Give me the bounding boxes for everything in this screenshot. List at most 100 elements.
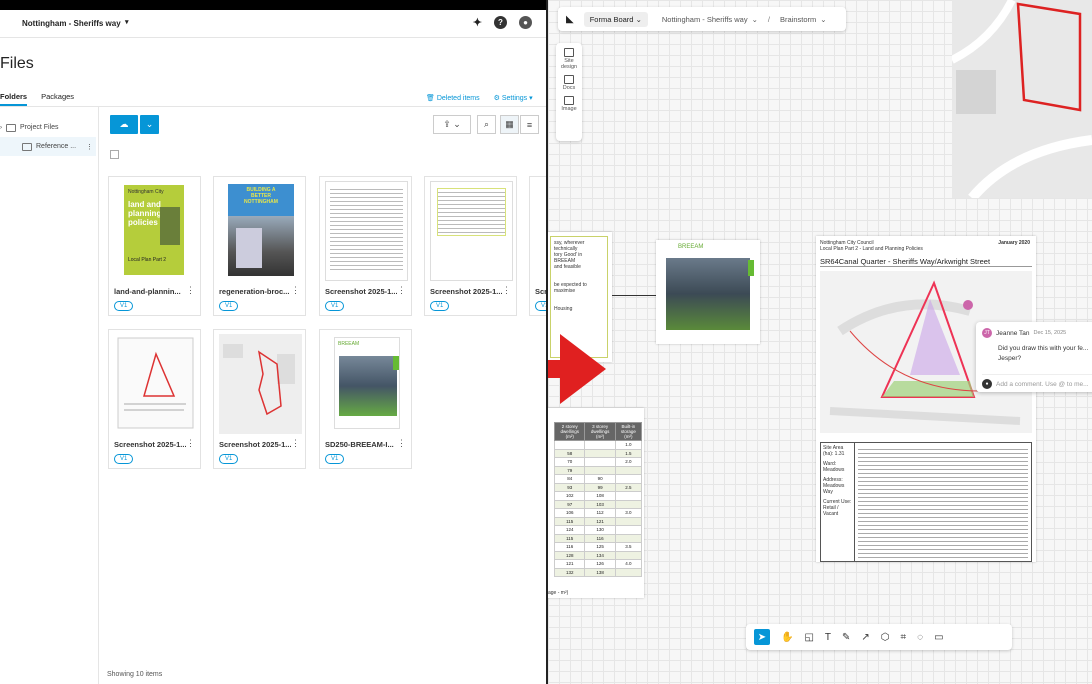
version-badge[interactable]: V1 <box>219 454 239 464</box>
sticky-note-icon[interactable]: ◱ <box>804 632 813 643</box>
help-icon[interactable]: ? <box>494 16 507 29</box>
more-icon[interactable]: ⋮ <box>291 438 300 449</box>
table-row: 70 2.0 <box>553 457 643 467</box>
frame-tool-icon[interactable]: ⌗ <box>901 632 907 643</box>
more-icon[interactable]: ⋮ <box>186 285 195 296</box>
table-cell <box>614 499 643 509</box>
file-name: Scr <box>535 287 548 296</box>
file-card[interactable]: Screenshot 2025-1... ⋮ V1 <box>319 176 412 316</box>
chevron-down-icon[interactable]: ▾ <box>125 18 129 26</box>
breadcrumb-project[interactable]: Nottingham - Sheriffs way <box>662 15 748 24</box>
upload-menu-button[interactable]: ⌄ <box>140 115 159 134</box>
image-tool[interactable]: Image <box>556 96 582 112</box>
version-badge[interactable]: V1 <box>325 301 345 311</box>
more-icon[interactable]: ⋮ <box>502 285 511 296</box>
comment-tool-icon[interactable]: ◌ <box>917 632 923 643</box>
map-image[interactable] <box>952 0 1092 198</box>
table-cell: 106 <box>553 508 586 518</box>
file-thumbnail <box>535 181 546 281</box>
version-badge[interactable]: V1 <box>535 301 546 311</box>
grid-view-button[interactable]: ▦ <box>500 115 519 134</box>
list-icon: ≡ <box>526 119 533 130</box>
project-selector[interactable]: Nottingham - Sheriffs way <box>22 19 121 28</box>
note-line: and feasible <box>554 264 581 270</box>
file-card[interactable]: Scr V1 <box>529 176 548 316</box>
share-icon: ⇪ ⌄ <box>443 119 461 129</box>
select-tool-icon[interactable]: ➤ <box>754 629 770 645</box>
note-line: tory Good' in BREEAM <box>554 252 583 264</box>
magic-icon[interactable]: ✦ <box>473 16 482 29</box>
table-cell: 99 <box>584 482 616 492</box>
tree-item-project-files[interactable]: › Project Files <box>0 118 96 137</box>
hand-tool-icon[interactable]: ✋ <box>781 632 793 643</box>
app-switcher[interactable]: Forma Board ⌄ <box>583 11 648 27</box>
arrow-tool-icon[interactable]: ↗ <box>861 632 869 643</box>
more-icon[interactable]: ⋮ <box>86 143 93 151</box>
docs-tool[interactable]: Docs <box>556 75 582 91</box>
doc-cover: BUILDING A BETTER NOTTINGHAM <box>228 184 294 276</box>
green-tab <box>748 260 754 276</box>
file-card[interactable]: Screenshot 2025-1... ⋮ V1 <box>213 329 306 469</box>
site-allocation-page[interactable]: Nottingham City Council Local Plan Part … <box>816 236 1039 562</box>
chevron-down-icon: ⌄ <box>145 119 154 129</box>
pen-tool-icon[interactable]: ✎ <box>842 632 850 643</box>
deleted-items-link[interactable]: 🗑 Deleted items <box>426 94 480 102</box>
table-cell: 103 <box>584 499 616 509</box>
share-button[interactable]: ⇪ ⌄ <box>433 115 471 134</box>
chevron-down-icon[interactable]: ⌄ <box>752 15 758 24</box>
building-shape <box>236 228 262 268</box>
file-card[interactable]: Nottingham City land and planning polici… <box>108 176 201 316</box>
board-canvas[interactable]: ◣ Forma Board ⌄ Nottingham - Sheriffs wa… <box>548 0 1092 684</box>
tree-item-reference[interactable]: Reference ... ⋮ <box>0 137 96 156</box>
connector-arrow[interactable] <box>612 295 656 296</box>
version-badge[interactable]: V1 <box>325 454 345 464</box>
note-line: be expected to maximise <box>554 282 587 294</box>
site-design-tool[interactable]: Site design <box>556 48 582 70</box>
table-header: Built-in storage (m²) <box>614 422 643 441</box>
site-info-table: Site Area (ha): 1.31 Ward: Meadows Addre… <box>820 442 1032 562</box>
green-tab <box>393 356 399 370</box>
table-row: 115 121 <box>553 516 643 526</box>
select-all-checkbox[interactable] <box>110 150 119 159</box>
table-row: 58 1.5 <box>553 448 643 458</box>
table-cell: 2.5 <box>614 482 643 492</box>
search-button[interactable]: ⌕ <box>477 115 496 134</box>
comment-input[interactable]: Add a comment. Use @ to me... <box>996 381 1089 388</box>
tab-folders[interactable]: Folders <box>0 92 28 106</box>
text-tool-icon[interactable]: T <box>825 632 831 643</box>
more-icon[interactable]: ⋮ <box>397 438 406 449</box>
version-badge[interactable]: V1 <box>114 454 134 464</box>
file-thumbnail <box>114 334 197 434</box>
file-card[interactable]: Screenshot 2025-1... ⋮ V1 <box>424 176 517 316</box>
folder-tree: › Project Files Reference ... ⋮ <box>0 118 96 156</box>
upload-button[interactable]: ☁ <box>110 115 138 134</box>
tab-packages[interactable]: Packages <box>41 92 74 106</box>
comment-card[interactable]: JT Jeanne Tan Dec 15, 2025 Did you draw … <box>976 322 1092 392</box>
breeam-page[interactable]: BREEAM <box>656 240 760 344</box>
table-row: 97 103 <box>553 499 643 509</box>
table-cell: 121 <box>584 516 616 526</box>
version-badge[interactable]: V1 <box>219 301 239 311</box>
more-icon[interactable]: ⋮ <box>186 438 195 449</box>
version-badge[interactable]: V1 <box>430 301 450 311</box>
file-card[interactable]: BREEAM SD250-BREEAM-I... ⋮ V1 <box>319 329 412 469</box>
list-view-button[interactable]: ≡ <box>520 115 539 134</box>
file-card[interactable]: BUILDING A BETTER NOTTINGHAM regeneratio… <box>213 176 306 316</box>
settings-link[interactable]: ⚙ Settings ▾ <box>494 94 533 102</box>
more-icon[interactable]: ⋮ <box>397 285 406 296</box>
shape-tool-icon[interactable]: ⬡ <box>881 632 890 643</box>
avatar[interactable]: ● <box>519 16 532 29</box>
side-label: Docs <box>562 85 576 91</box>
version-badge[interactable]: V1 <box>114 301 134 311</box>
avatar: ● <box>982 379 992 389</box>
table-cell: 1.5 <box>614 448 643 458</box>
doc-site-title: SR64Canal Quarter - Sheriffs Way/Arkwrig… <box>820 257 1032 267</box>
more-icon[interactable]: ⋮ <box>291 285 300 296</box>
chevron-down-icon[interactable]: ⌄ <box>820 15 826 24</box>
comment-pin[interactable] <box>963 300 973 310</box>
space-standards-table[interactable]: 2 storey dwellings (m²) 3 storey dwelling… <box>548 408 644 598</box>
pane-divider[interactable] <box>98 107 99 684</box>
breadcrumb-board[interactable]: Brainstorm <box>780 15 816 24</box>
present-tool-icon[interactable]: ▭ <box>934 632 943 643</box>
file-card[interactable]: Screenshot 2025-1... ⋮ V1 <box>108 329 201 469</box>
